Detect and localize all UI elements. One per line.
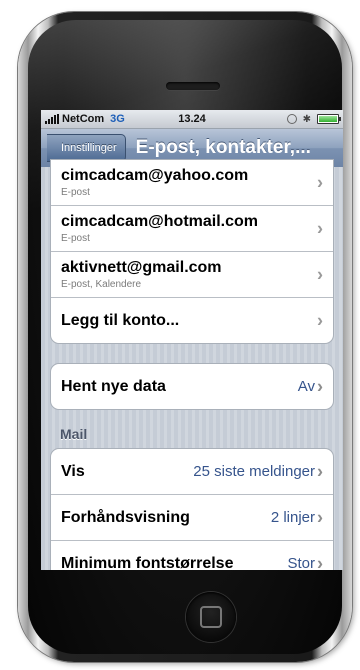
account-row[interactable]: cimcadcam@hotmail.com E-post ›	[51, 206, 333, 252]
chevron-right-icon: ›	[317, 218, 323, 238]
back-button[interactable]: Innstillinger	[47, 134, 126, 162]
account-row[interactable]: cimcadcam@yahoo.com E-post ›	[51, 160, 333, 206]
bluetooth-icon: ✱	[302, 113, 311, 125]
show-messages-row[interactable]: Vis 25 siste meldinger ›	[51, 449, 333, 495]
min-font-size-row[interactable]: Minimum fontstørrelse Stor ›	[51, 541, 333, 570]
status-bar: NetCom 3G 13.24 ✱	[41, 110, 343, 129]
account-services: E-post, Kalendere	[61, 279, 142, 290]
earpiece-speaker	[166, 82, 220, 90]
accounts-group: cimcadcam@yahoo.com E-post › cimcadcam@h…	[50, 159, 334, 344]
min-font-size-label: Minimum fontstørrelse	[61, 554, 234, 571]
account-row[interactable]: aktivnett@gmail.com E-post, Kalendere ›	[51, 252, 333, 298]
chevron-right-icon: ›	[317, 553, 323, 570]
account-email: cimcadcam@yahoo.com	[61, 167, 249, 184]
fetch-new-data-row[interactable]: Hent nye data Av ›	[51, 364, 333, 409]
orientation-lock-icon	[286, 114, 297, 124]
signal-bars-icon	[45, 114, 59, 124]
fetch-label: Hent nye data	[61, 377, 166, 395]
show-value: 25 siste meldinger	[193, 463, 315, 480]
home-button[interactable]	[186, 592, 236, 642]
network-type: 3G	[110, 113, 125, 125]
mail-section-header: Mail	[60, 426, 88, 442]
chevron-right-icon: ›	[317, 376, 323, 396]
battery-icon	[317, 114, 341, 124]
min-font-size-value: Stor	[287, 555, 315, 570]
fetch-value: Av	[297, 378, 315, 395]
home-button-icon	[200, 606, 222, 628]
chevron-right-icon: ›	[317, 172, 323, 192]
account-email: cimcadcam@hotmail.com	[61, 213, 258, 230]
show-label: Vis	[61, 462, 85, 480]
add-account-row[interactable]: Legg til konto... ›	[51, 298, 333, 343]
status-icons: ✱	[286, 113, 341, 125]
account-services: E-post	[61, 233, 90, 244]
chevron-right-icon: ›	[317, 461, 323, 481]
preview-row[interactable]: Forhåndsvisning 2 linjer ›	[51, 495, 333, 541]
fetch-group: Hent nye data Av ›	[50, 363, 334, 410]
preview-label: Forhåndsvisning	[61, 508, 190, 526]
page-title: E-post, kontakter,...	[135, 137, 311, 158]
account-email: aktivnett@gmail.com	[61, 259, 222, 276]
mail-group: Vis 25 siste meldinger › Forhåndsvisning…	[50, 448, 334, 570]
chevron-right-icon: ›	[317, 264, 323, 284]
preview-value: 2 linjer	[270, 509, 315, 526]
carrier-name: NetCom	[62, 113, 105, 125]
screen: NetCom 3G 13.24 ✱ Innstillinger E-post, …	[41, 110, 343, 570]
add-account-label: Legg til konto...	[61, 311, 180, 329]
chevron-right-icon: ›	[317, 507, 323, 527]
settings-content[interactable]: cimcadcam@yahoo.com E-post › cimcadcam@h…	[41, 159, 343, 570]
chevron-right-icon: ›	[317, 310, 323, 330]
account-services: E-post	[61, 187, 90, 198]
